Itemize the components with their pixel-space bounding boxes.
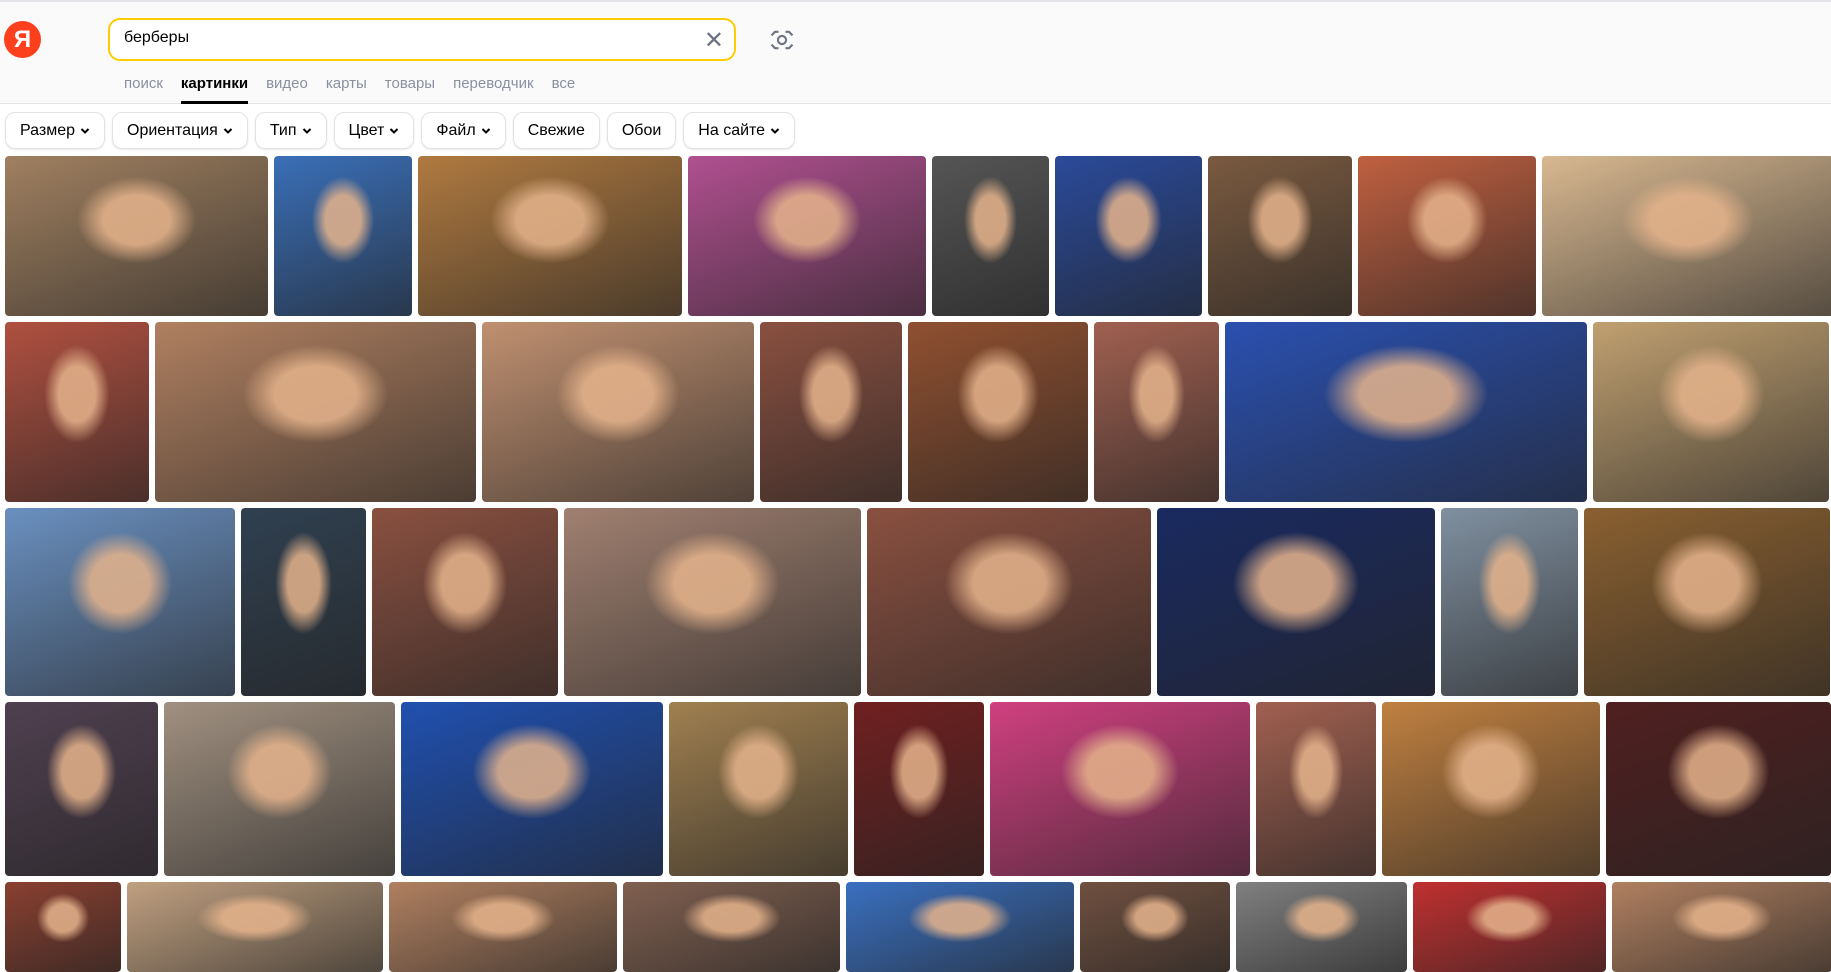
image-row bbox=[5, 156, 1831, 316]
image-thumbnail[interactable] bbox=[990, 702, 1250, 876]
image-thumbnail[interactable] bbox=[1256, 702, 1376, 876]
filter-label: Размер bbox=[20, 122, 75, 139]
filter-chip-5[interactable]: Свежие bbox=[512, 112, 600, 149]
image-thumbnail[interactable] bbox=[5, 156, 268, 316]
image-thumbnail[interactable] bbox=[1358, 156, 1536, 316]
image-thumbnail[interactable] bbox=[1441, 508, 1578, 696]
image-thumbnail[interactable] bbox=[854, 702, 984, 876]
image-thumbnail[interactable] bbox=[1382, 702, 1600, 876]
filter-chip-7[interactable]: На сайте bbox=[683, 112, 796, 149]
filter-label: На сайте bbox=[698, 122, 766, 139]
image-thumbnail[interactable] bbox=[564, 508, 861, 696]
image-thumbnail[interactable] bbox=[127, 882, 383, 972]
tab-2[interactable]: видео bbox=[266, 75, 308, 104]
chevron-down-icon bbox=[770, 127, 780, 134]
image-row bbox=[5, 702, 1831, 876]
image-thumbnail[interactable] bbox=[867, 508, 1151, 696]
filter-chip-0[interactable]: Размер bbox=[5, 112, 105, 149]
image-thumbnail[interactable] bbox=[760, 322, 902, 502]
image-row bbox=[5, 508, 1830, 696]
tab-4[interactable]: товары bbox=[385, 75, 435, 104]
image-thumbnail[interactable] bbox=[932, 156, 1049, 316]
chevron-down-icon bbox=[80, 127, 90, 134]
filter-chip-6[interactable]: Обои bbox=[606, 112, 677, 149]
header: Я ✕ поиск картинки видео карты товары перевод… bbox=[0, 0, 1831, 104]
filter-label: Обои bbox=[621, 122, 662, 139]
tab-5[interactable]: переводчик bbox=[453, 75, 533, 104]
image-thumbnail[interactable] bbox=[482, 322, 754, 502]
image-thumbnail[interactable] bbox=[1606, 702, 1831, 876]
chevron-down-icon bbox=[481, 127, 490, 134]
filter-chip-2[interactable]: Тип bbox=[254, 112, 327, 149]
filter-chip-1[interactable]: Ориентация bbox=[112, 112, 248, 149]
tab-6[interactable]: все bbox=[552, 75, 576, 104]
image-thumbnail[interactable] bbox=[241, 508, 366, 696]
image-thumbnail[interactable] bbox=[1236, 882, 1407, 972]
image-thumbnail[interactable] bbox=[1225, 322, 1587, 502]
filter-label: Свежие bbox=[527, 122, 585, 139]
filter-label: Ориентация bbox=[127, 122, 218, 139]
image-thumbnail[interactable] bbox=[846, 882, 1074, 972]
search-box: ✕ bbox=[108, 18, 736, 61]
chevron-down-icon bbox=[390, 127, 399, 134]
image-thumbnail[interactable] bbox=[908, 322, 1088, 502]
chevron-down-icon bbox=[223, 127, 233, 134]
image-thumbnail[interactable] bbox=[155, 322, 476, 502]
image-thumbnail[interactable] bbox=[1208, 156, 1352, 316]
image-thumbnail[interactable] bbox=[1080, 882, 1230, 972]
image-thumbnail[interactable] bbox=[1542, 156, 1831, 316]
image-thumbnail[interactable] bbox=[1094, 322, 1219, 502]
yandex-logo[interactable]: Я bbox=[4, 21, 41, 58]
image-thumbnail[interactable] bbox=[623, 882, 840, 972]
chevron-down-icon bbox=[302, 127, 311, 134]
filter-label: Файл bbox=[436, 122, 476, 139]
image-thumbnail[interactable] bbox=[5, 882, 121, 972]
camera-icon[interactable] bbox=[768, 26, 796, 54]
tab-3[interactable]: карты bbox=[326, 75, 367, 104]
image-thumbnail[interactable] bbox=[669, 702, 848, 876]
filter-bar: Размер Ориентация Тип Цвет Файл Свежие Обои На … bbox=[5, 112, 796, 149]
image-thumbnail[interactable] bbox=[5, 702, 158, 876]
image-thumbnail[interactable] bbox=[5, 322, 149, 502]
image-row bbox=[5, 322, 1829, 502]
filter-label: Цвет bbox=[348, 122, 385, 139]
image-thumbnail[interactable] bbox=[1612, 882, 1831, 972]
image-thumbnail[interactable] bbox=[1413, 882, 1606, 972]
tab-1[interactable]: картинки bbox=[180, 75, 249, 104]
tab-0[interactable]: поиск bbox=[124, 75, 163, 104]
image-thumbnail[interactable] bbox=[164, 702, 395, 876]
image-thumbnail[interactable] bbox=[5, 508, 235, 696]
image-thumbnail[interactable] bbox=[372, 508, 558, 696]
filter-chip-3[interactable]: Цвет bbox=[333, 112, 415, 149]
image-thumbnail[interactable] bbox=[389, 882, 617, 972]
image-thumbnail[interactable] bbox=[418, 156, 682, 316]
image-thumbnail[interactable] bbox=[1157, 508, 1435, 696]
service-tabs: поиск картинки видео карты товары переводчик в… bbox=[124, 75, 575, 104]
image-thumbnail[interactable] bbox=[1055, 156, 1202, 316]
close-icon[interactable]: ✕ bbox=[704, 26, 724, 55]
filter-label: Тип bbox=[269, 122, 297, 139]
image-thumbnail[interactable] bbox=[1584, 508, 1830, 696]
image-thumbnail[interactable] bbox=[274, 156, 412, 316]
image-thumbnail[interactable] bbox=[401, 702, 663, 876]
image-thumbnail[interactable] bbox=[1593, 322, 1829, 502]
image-row bbox=[5, 882, 1831, 972]
filter-chip-4[interactable]: Файл bbox=[421, 112, 506, 149]
image-thumbnail[interactable] bbox=[688, 156, 926, 316]
search-input[interactable] bbox=[124, 29, 684, 47]
